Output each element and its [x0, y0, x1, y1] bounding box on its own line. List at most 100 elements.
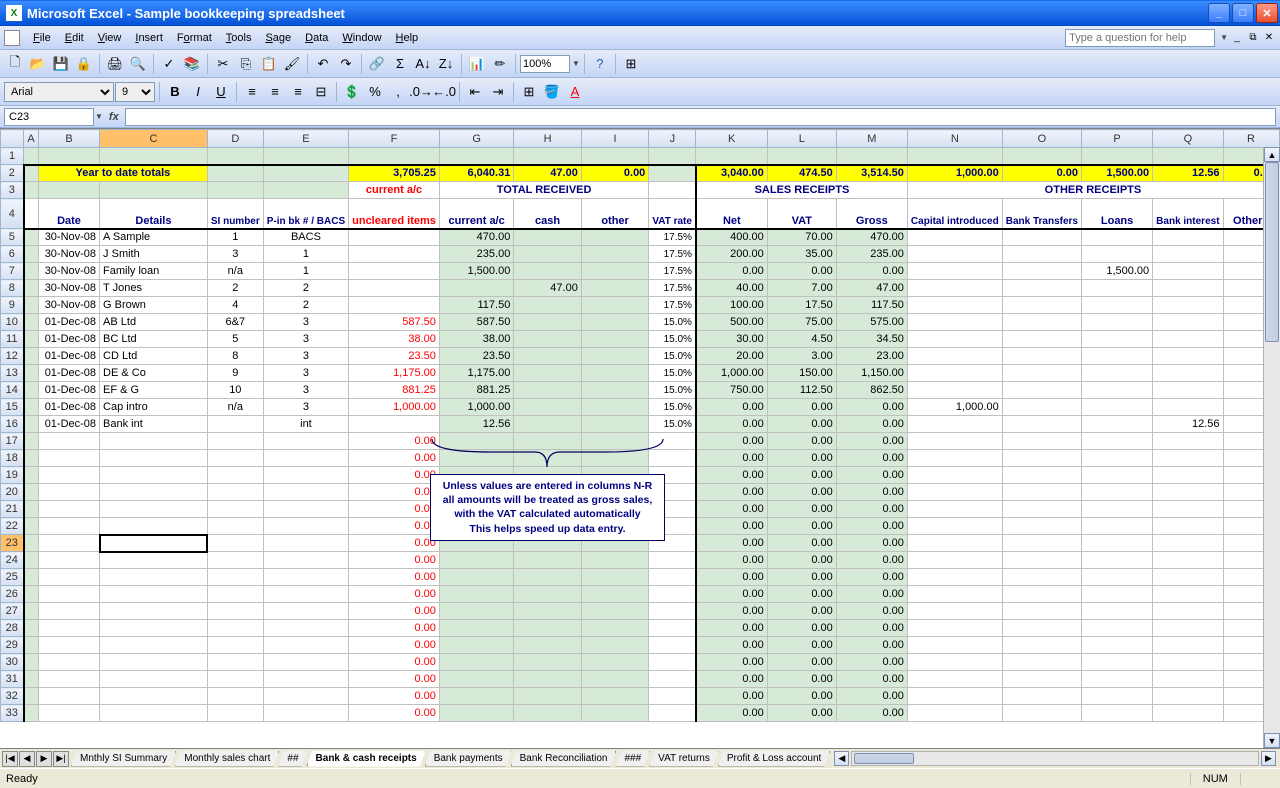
cell[interactable]	[38, 620, 99, 637]
cell[interactable]	[38, 586, 99, 603]
cell-vat[interactable]: 150.00	[767, 365, 836, 382]
cell[interactable]	[439, 148, 513, 165]
cell-vat[interactable]: 0.00	[767, 501, 836, 518]
cell-si[interactable]: 2	[207, 280, 263, 297]
cell[interactable]	[38, 671, 99, 688]
menu-help[interactable]: Help	[389, 30, 426, 46]
cell[interactable]	[38, 569, 99, 586]
cell[interactable]	[1153, 433, 1223, 450]
cell-gross[interactable]: 47.00	[836, 280, 907, 297]
menu-edit[interactable]: Edit	[58, 30, 91, 46]
col-header-A[interactable]: A	[24, 130, 39, 148]
cell-net[interactable]: 40.00	[696, 280, 767, 297]
ytd-H[interactable]: 47.00	[514, 165, 582, 182]
cell[interactable]	[581, 450, 648, 467]
hdr-cash[interactable]: cash	[514, 199, 582, 229]
cell[interactable]	[24, 182, 39, 199]
cell-bank-int[interactable]	[1153, 399, 1223, 416]
cell[interactable]	[263, 569, 348, 586]
sheet-tab[interactable]: Bank Reconciliation	[511, 751, 617, 767]
cell-other[interactable]	[581, 382, 648, 399]
col-header-B[interactable]: B	[38, 130, 99, 148]
cell[interactable]	[439, 603, 513, 620]
cell[interactable]	[1002, 450, 1081, 467]
cell-date[interactable]: 30-Nov-08	[38, 229, 99, 246]
cell-net[interactable]: 0.00	[696, 705, 767, 722]
cell[interactable]	[907, 552, 1002, 569]
cell[interactable]	[581, 620, 648, 637]
cell-uncleared[interactable]: 0.00	[349, 518, 440, 535]
cell[interactable]	[907, 705, 1002, 722]
cell[interactable]	[38, 603, 99, 620]
cell[interactable]	[1153, 569, 1223, 586]
tab-next-button[interactable]: ▶	[36, 751, 52, 767]
cell-vat-rate[interactable]: 17.5%	[649, 229, 696, 246]
hscroll-thumb[interactable]	[854, 753, 914, 764]
cell-vat[interactable]: 4.50	[767, 331, 836, 348]
cell-uncleared[interactable]: 0.00	[349, 535, 440, 552]
format-painter-button[interactable]: 🖌	[281, 53, 303, 75]
cell[interactable]	[207, 148, 263, 165]
cell-date[interactable]: 01-Dec-08	[38, 314, 99, 331]
cell-uncleared[interactable]: 0.00	[349, 433, 440, 450]
cell[interactable]	[207, 586, 263, 603]
cell[interactable]	[24, 348, 39, 365]
cell[interactable]	[207, 654, 263, 671]
col-header-F[interactable]: F	[349, 130, 440, 148]
italic-button[interactable]: I	[187, 81, 209, 103]
cell[interactable]	[1081, 603, 1152, 620]
cell-cash[interactable]	[514, 416, 582, 433]
cell[interactable]	[100, 569, 208, 586]
cell-details[interactable]: Family loan	[100, 263, 208, 280]
cell-vat[interactable]: 0.00	[767, 637, 836, 654]
sort-desc-button[interactable]: Z↓	[435, 53, 457, 75]
cell-bank-tr[interactable]	[1002, 399, 1081, 416]
cell[interactable]	[649, 165, 696, 182]
cell-bank-tr[interactable]	[1002, 382, 1081, 399]
cell[interactable]	[24, 535, 39, 552]
cell-gross[interactable]: 0.00	[836, 467, 907, 484]
cell-current[interactable]: 1,175.00	[439, 365, 513, 382]
cell-si[interactable]: 10	[207, 382, 263, 399]
cell[interactable]	[100, 688, 208, 705]
hdr-pin-bacs[interactable]: P-in bk # / BACS	[263, 199, 348, 229]
cell-bank-int[interactable]	[1153, 246, 1223, 263]
hdr-net[interactable]: Net	[696, 199, 767, 229]
cell[interactable]	[1002, 467, 1081, 484]
row-header-14[interactable]: 14	[1, 382, 24, 399]
autosum-button[interactable]: Σ	[389, 53, 411, 75]
cell-bank-int[interactable]	[1153, 314, 1223, 331]
col-header-E[interactable]: E	[263, 130, 348, 148]
cell[interactable]	[1081, 688, 1152, 705]
cell[interactable]	[1002, 637, 1081, 654]
cell[interactable]	[907, 569, 1002, 586]
cell[interactable]	[24, 501, 39, 518]
cell[interactable]	[100, 467, 208, 484]
cell[interactable]	[100, 182, 208, 199]
cell-net[interactable]: 20.00	[696, 348, 767, 365]
ytd-L[interactable]: 474.50	[767, 165, 836, 182]
open-button[interactable]: 📂	[27, 53, 49, 75]
cell[interactable]	[100, 518, 208, 535]
hdr-current-ac2[interactable]: current a/c	[439, 199, 513, 229]
cell[interactable]	[38, 182, 99, 199]
col-header-C[interactable]: C	[100, 130, 208, 148]
cell-pin[interactable]: 3	[263, 365, 348, 382]
cell[interactable]	[263, 688, 348, 705]
row-header-6[interactable]: 6	[1, 246, 24, 263]
cell[interactable]	[24, 637, 39, 654]
cell[interactable]	[649, 705, 696, 722]
cell[interactable]	[24, 399, 39, 416]
cell-vat-rate[interactable]: 15.0%	[649, 365, 696, 382]
cell[interactable]	[263, 705, 348, 722]
cell-vat[interactable]: 0.00	[767, 433, 836, 450]
cell-net[interactable]: 0.00	[696, 637, 767, 654]
cell[interactable]	[24, 654, 39, 671]
hdr-sales-receipts[interactable]: SALES RECEIPTS	[696, 182, 907, 199]
col-header-H[interactable]: H	[514, 130, 582, 148]
cell[interactable]	[100, 148, 208, 165]
cell-gross[interactable]: 0.00	[836, 620, 907, 637]
cell-loans[interactable]	[1081, 297, 1152, 314]
row-header-19[interactable]: 19	[1, 467, 24, 484]
cell-capital[interactable]	[907, 365, 1002, 382]
